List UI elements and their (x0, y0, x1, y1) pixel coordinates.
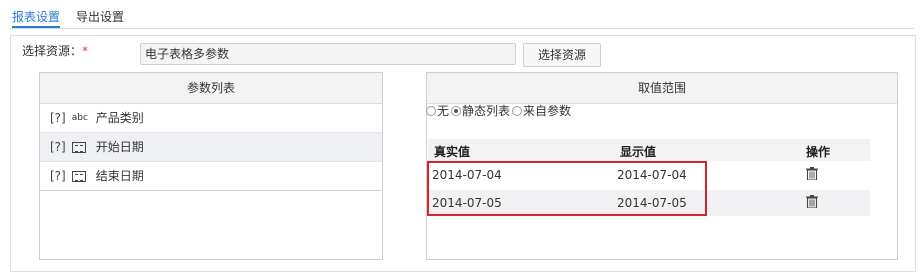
param-mark: [?] (50, 169, 66, 183)
trash-icon[interactable] (806, 195, 818, 208)
select-resource-button[interactable]: 选择资源 (523, 43, 601, 67)
resource-label: 选择资源：* (22, 42, 88, 59)
trash-icon[interactable] (806, 167, 818, 180)
param-label: 产品类别 (95, 111, 144, 125)
date-type-icon (71, 141, 86, 153)
radio-label: 静态列表 (462, 104, 511, 118)
date-type-icon (71, 170, 86, 182)
header-display-value: 显示值 (620, 145, 657, 159)
required-mark: * (82, 44, 89, 58)
radio-static-list[interactable]: 静态列表 (451, 102, 510, 119)
params-panel-title: 参数列表 (40, 73, 382, 104)
radio-none[interactable]: 无 (426, 102, 449, 119)
abc-type-icon: abc (71, 113, 88, 123)
param-label: 结束日期 (95, 169, 144, 183)
resource-label-text: 选择资源： (22, 44, 83, 58)
radio-circle-checked[interactable] (451, 105, 462, 116)
param-item-product-category[interactable]: [?] abc 产品类别 (40, 104, 382, 133)
radio-label: 无 (437, 104, 450, 118)
radio-label: 来自参数 (523, 104, 572, 118)
radio-from-param[interactable]: 来自参数 (512, 102, 571, 119)
param-mark: [?] (50, 140, 66, 154)
range-type-options: 无 静态列表 来自参数 (426, 102, 573, 119)
highlight-box (427, 161, 707, 216)
tab-report-settings[interactable]: 报表设置 (12, 8, 61, 28)
value-table-header: 真实值 显示值 操作 (428, 139, 870, 161)
range-panel-title: 取值范围 (427, 73, 897, 104)
resource-input[interactable]: 电子表格多参数 (140, 43, 516, 65)
header-action: 操作 (806, 145, 831, 159)
param-item-end-date[interactable]: [?] 结束日期 (40, 162, 382, 191)
params-panel: 参数列表 [?] abc 产品类别 [?] 开始日期 [?] 结束日期 (39, 72, 383, 260)
param-mark: [?] (50, 111, 66, 125)
tab-divider (10, 28, 914, 29)
radio-circle[interactable] (512, 105, 523, 116)
tab-export-settings[interactable]: 导出设置 (76, 8, 124, 26)
radio-circle[interactable] (426, 105, 436, 116)
param-label: 开始日期 (95, 140, 144, 154)
header-real-value: 真实值 (434, 145, 471, 159)
param-item-start-date[interactable]: [?] 开始日期 (40, 133, 382, 162)
